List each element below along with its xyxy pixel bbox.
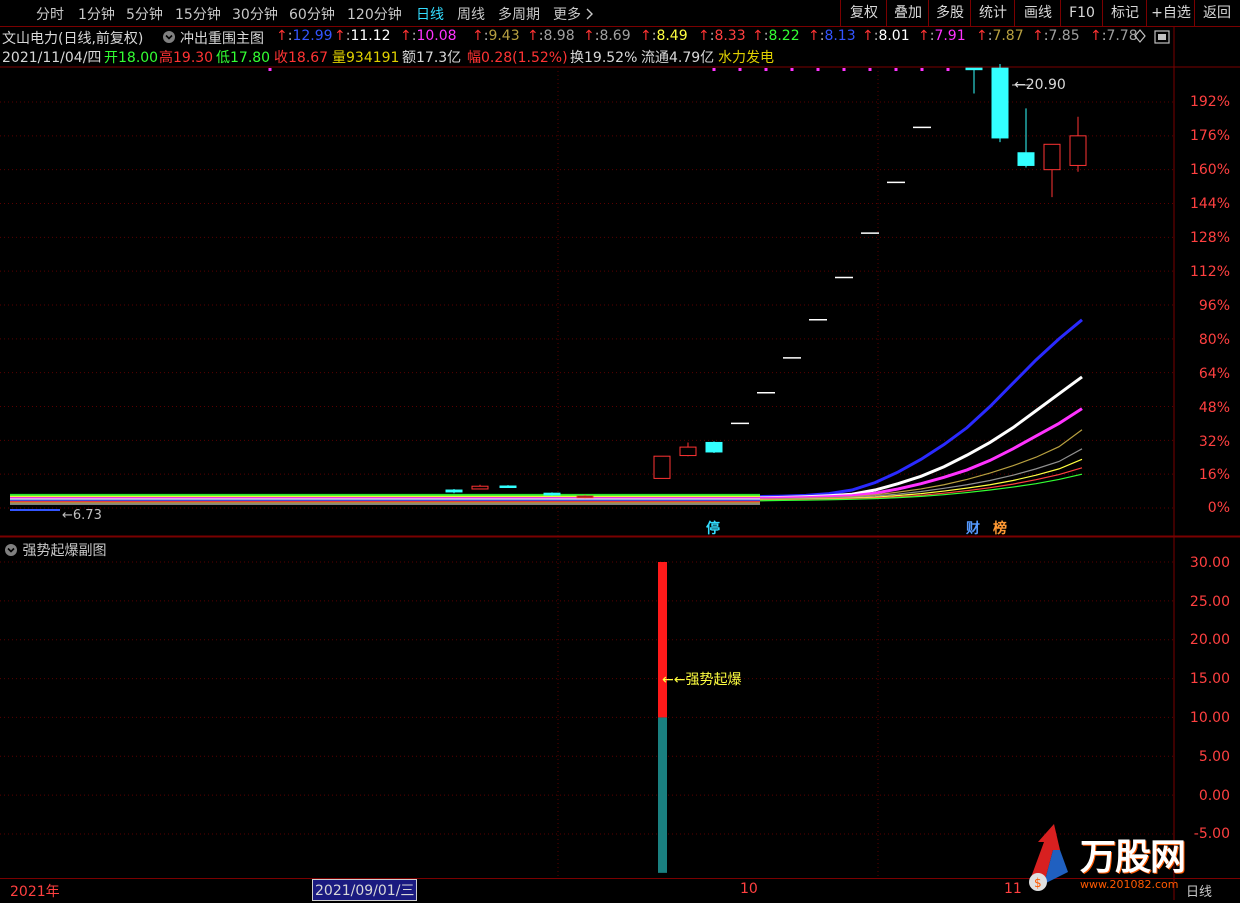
sub-panel-title: 强势起爆副图 <box>22 543 107 559</box>
flat-ma-bands <box>10 493 760 505</box>
axis-label: 16% <box>1198 467 1230 483</box>
candle-body <box>1069 135 1087 166</box>
sub-axis-label: 0.00 <box>1198 788 1230 804</box>
high-price-value: 20.90 <box>1025 77 1066 93</box>
axis-label: 64% <box>1198 366 1230 382</box>
finance-badge[interactable]: 财 <box>966 518 980 538</box>
candle-body <box>1043 143 1061 171</box>
sub-axis-label: 30.00 <box>1189 555 1230 571</box>
axis-label: 96% <box>1198 298 1230 314</box>
axis-label: 32% <box>1198 434 1230 450</box>
candle-body <box>471 485 489 490</box>
candle-body <box>499 485 517 489</box>
signal-label: ←←强势起爆 <box>662 672 742 688</box>
candle-body <box>965 67 983 71</box>
signal-bar-burst <box>658 562 667 718</box>
signal-label-text: 强势起爆 <box>685 672 742 688</box>
signal-dot <box>790 68 794 71</box>
signal-bar-base <box>658 717 667 873</box>
signal-dot <box>920 68 924 71</box>
axis-label: 144% <box>1189 196 1230 212</box>
signal-dot <box>738 68 742 71</box>
sub-axis-label: 5.00 <box>1198 749 1230 765</box>
sub-panel-header: 强势起爆副图 <box>4 540 106 560</box>
candle-body <box>576 495 594 499</box>
candle-body <box>991 67 1009 139</box>
moving-average-lines <box>759 318 1083 502</box>
limit-up-badge[interactable]: 停 <box>706 518 720 538</box>
brand-url: www.201082.com <box>1080 878 1179 891</box>
candle-body <box>543 492 561 496</box>
candle-body <box>445 489 463 493</box>
svg-text:$: $ <box>1034 876 1042 890</box>
axis-label: 0% <box>1207 500 1230 516</box>
cursor-date-label: 2021/09/01/三 <box>312 879 418 901</box>
signal-bars <box>658 562 667 873</box>
sub-axis-label: 10.00 <box>1189 710 1230 726</box>
sub-axis-label: 15.00 <box>1189 671 1230 687</box>
candle-body <box>679 446 697 457</box>
axis-label: 192% <box>1189 94 1230 110</box>
axis-label: 112% <box>1189 264 1230 280</box>
axis-label: 176% <box>1189 128 1230 144</box>
signal-dots <box>268 68 950 71</box>
candle-body <box>705 441 723 453</box>
axis-label: 48% <box>1198 400 1230 416</box>
low-price-label: ←6.73 <box>62 508 102 523</box>
year-label: 2021年 <box>10 884 60 900</box>
high-price-label: ←20.90 <box>1014 77 1066 93</box>
signal-dot <box>946 68 950 71</box>
candlesticks <box>445 63 1087 499</box>
axis-label: 160% <box>1189 162 1230 178</box>
signal-dot <box>268 68 272 71</box>
signal-dot <box>894 68 898 71</box>
sub-axis-label: 25.00 <box>1189 594 1230 610</box>
signal-dot <box>816 68 820 71</box>
candle-body <box>653 455 671 479</box>
signal-dot <box>712 68 716 71</box>
ma-curve <box>759 407 1083 500</box>
low-price-value: 6.73 <box>72 508 102 523</box>
axis-label: 80% <box>1198 332 1230 348</box>
signal-dot <box>764 68 768 71</box>
sub-grid <box>0 561 1174 835</box>
rank-badge[interactable]: 榜 <box>993 518 1007 538</box>
sub-axis-label: 20.00 <box>1189 632 1230 648</box>
month-10-label: 10 <box>740 881 758 897</box>
brand-logo-icon: $ <box>1029 824 1068 891</box>
signal-dot <box>868 68 872 71</box>
brand-watermark: $ 万股网 www.201082.com <box>1020 822 1240 902</box>
brand-name: 万股网 <box>1080 837 1186 878</box>
axis-label: 128% <box>1189 230 1230 246</box>
candle-body <box>1017 152 1035 166</box>
signal-dot <box>842 68 846 71</box>
sub-panel-menu-icon[interactable] <box>4 543 22 559</box>
main-price-chart[interactable] <box>0 0 1240 902</box>
